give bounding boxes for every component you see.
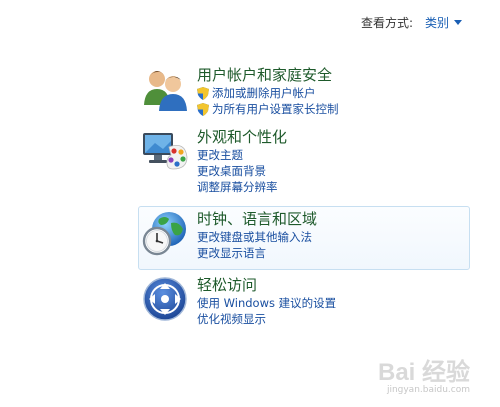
link-change-display-language[interactable]: 更改显示语言 — [197, 245, 317, 261]
category-ease-of-access: 轻松访问 使用 Windows 建议的设置 优化视频显示 — [138, 272, 470, 330]
watermark-url: jingyan.baidu.com — [386, 385, 470, 395]
link-label[interactable]: 调整屏幕分辨率 — [197, 180, 278, 195]
globe-clock-icon[interactable] — [141, 209, 189, 257]
ease-of-access-icon[interactable] — [141, 275, 189, 323]
link-label[interactable]: 更改键盘或其他输入法 — [197, 230, 312, 245]
chevron-down-icon[interactable] — [454, 20, 462, 25]
link-label[interactable]: 更改显示语言 — [197, 246, 266, 261]
view-by-label: 查看方式: — [360, 16, 413, 30]
view-by-value[interactable]: 类别 — [425, 14, 449, 31]
clock-language-region-content: 时钟、语言和区域 更改键盘或其他输入法 更改显示语言 — [197, 209, 317, 261]
category-title-appearance[interactable]: 外观和个性化 — [197, 127, 287, 147]
baidu-jingyan-watermark: Bai 经验 jingyan.baidu.com — [378, 352, 470, 395]
uac-shield-icon — [197, 86, 209, 100]
ease-of-access-content: 轻松访问 使用 Windows 建议的设置 优化视频显示 — [197, 275, 336, 327]
users-icon[interactable] — [141, 65, 189, 113]
link-label[interactable]: 更改主题 — [197, 148, 243, 163]
link-label[interactable]: 更改桌面背景 — [197, 164, 266, 179]
category-title-user-accounts[interactable]: 用户帐户和家庭安全 — [197, 65, 339, 85]
link-change-background[interactable]: 更改桌面背景 — [197, 163, 287, 179]
link-change-keyboard[interactable]: 更改键盘或其他输入法 — [197, 229, 317, 245]
link-label[interactable]: 使用 Windows 建议的设置 — [197, 296, 336, 311]
link-add-remove-accounts[interactable]: 添加或删除用户帐户 — [197, 85, 339, 101]
view-by-dropdown[interactable]: 类别 — [425, 14, 462, 31]
category-title-clock-language-region[interactable]: 时钟、语言和区域 — [197, 209, 317, 229]
link-label[interactable]: 优化视频显示 — [197, 312, 266, 327]
watermark-logo: Bai 经验 — [377, 359, 470, 386]
category-title-ease-of-access[interactable]: 轻松访问 — [197, 275, 336, 295]
link-label[interactable]: 为所有用户设置家长控制 — [212, 102, 339, 117]
appearance-content: 外观和个性化 更改主题 更改桌面背景 调整屏幕分辨率 — [197, 127, 287, 195]
link-label[interactable]: 添加或删除用户帐户 — [212, 86, 316, 101]
link-change-theme[interactable]: 更改主题 — [197, 147, 287, 163]
link-optimize-visual-display[interactable]: 优化视频显示 — [197, 311, 336, 327]
link-adjust-resolution[interactable]: 调整屏幕分辨率 — [197, 179, 287, 195]
uac-shield-icon — [197, 102, 209, 116]
link-parental-controls[interactable]: 为所有用户设置家长控制 — [197, 101, 339, 117]
category-clock-language-region[interactable]: 时钟、语言和区域 更改键盘或其他输入法 更改显示语言 — [138, 206, 470, 270]
category-user-accounts: 用户帐户和家庭安全 添加或删除用户帐户 为所有用户设置家长控制 — [138, 62, 470, 116]
display-palette-icon[interactable] — [141, 127, 189, 175]
link-recommended-settings[interactable]: 使用 Windows 建议的设置 — [197, 295, 336, 311]
category-appearance: 外观和个性化 更改主题 更改桌面背景 调整屏幕分辨率 — [138, 124, 470, 200]
user-accounts-content: 用户帐户和家庭安全 添加或删除用户帐户 为所有用户设置家长控制 — [197, 65, 339, 117]
view-by-control: 查看方式: 类别 — [361, 14, 462, 31]
